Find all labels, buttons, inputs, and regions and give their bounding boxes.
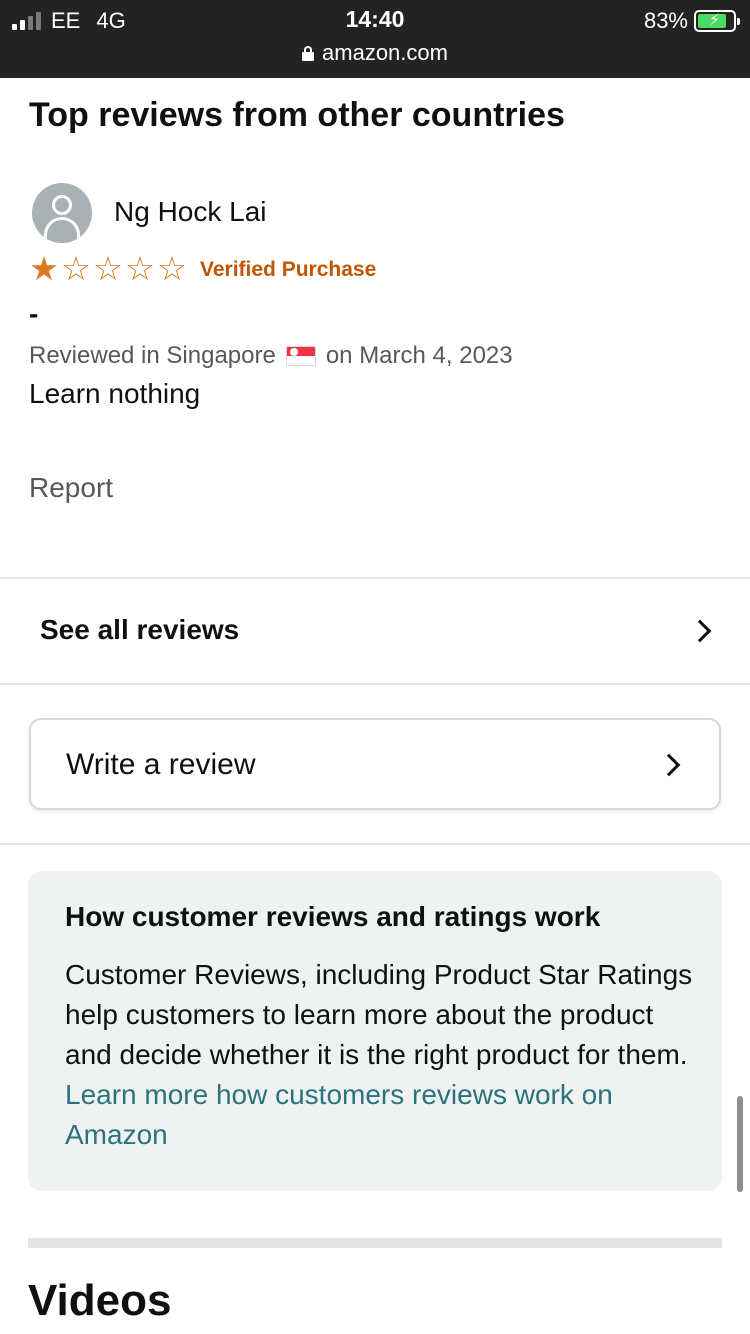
chevron-right-icon xyxy=(657,753,681,777)
lock-icon xyxy=(302,45,315,61)
user-avatar-icon xyxy=(32,183,92,243)
review-country: Reviewed in Singapore xyxy=(29,342,276,369)
verified-purchase-badge: Verified Purchase xyxy=(200,258,377,281)
review-body: Learn nothing xyxy=(29,378,201,409)
status-bar: EE 4G 14:40 amazon.com 83% ⚡ xyxy=(0,0,750,78)
review-title: - xyxy=(29,298,39,329)
address-bar[interactable]: amazon.com xyxy=(0,40,750,66)
star-empty-icon: ☆ xyxy=(125,250,155,287)
reviews-info-box: How customer reviews and ratings work Cu… xyxy=(28,871,722,1191)
battery-icon: ⚡ xyxy=(694,10,740,32)
divider xyxy=(0,683,750,685)
star-rating: ★ ☆ ☆ ☆ ☆ xyxy=(28,252,188,286)
learn-more-link[interactable]: Learn more how customers reviews work on… xyxy=(65,1079,613,1150)
divider xyxy=(0,843,750,845)
review-meta: Reviewed in Singapore on March 4, 2023 xyxy=(29,342,513,370)
see-all-reviews-label: See all reviews xyxy=(40,614,240,645)
clock: 14:40 xyxy=(345,6,405,32)
section-separator xyxy=(28,1238,722,1248)
battery-percent: 83% xyxy=(643,8,688,33)
status-right: 83% ⚡ xyxy=(643,8,740,34)
scrollbar[interactable] xyxy=(737,1096,743,1192)
chevron-right-icon xyxy=(688,619,712,643)
section-title: Top reviews from other countries xyxy=(29,96,565,134)
url-text: amazon.com xyxy=(322,40,448,65)
write-review-label: Write a review xyxy=(66,748,256,781)
info-text: Customer Reviews, including Product Star… xyxy=(65,955,705,1155)
divider xyxy=(0,577,750,579)
singapore-flag-icon xyxy=(285,346,316,366)
charging-bolt-icon: ⚡ xyxy=(709,12,721,29)
reviewer-name[interactable]: Ng Hock Lai xyxy=(114,196,267,228)
videos-title: Videos xyxy=(28,1276,172,1325)
review-date: on March 4, 2023 xyxy=(325,342,513,369)
star-empty-icon: ☆ xyxy=(93,250,123,287)
info-title: How customer reviews and ratings work xyxy=(65,901,601,932)
see-all-reviews-row[interactable]: See all reviews xyxy=(0,580,750,684)
report-link[interactable]: Report xyxy=(29,472,113,504)
write-review-button[interactable]: Write a review xyxy=(29,718,721,810)
star-empty-icon: ☆ xyxy=(61,250,91,287)
info-description: Customer Reviews, including Product Star… xyxy=(65,959,693,1070)
star-empty-icon: ☆ xyxy=(157,250,187,287)
star-filled-icon: ★ xyxy=(29,250,59,287)
